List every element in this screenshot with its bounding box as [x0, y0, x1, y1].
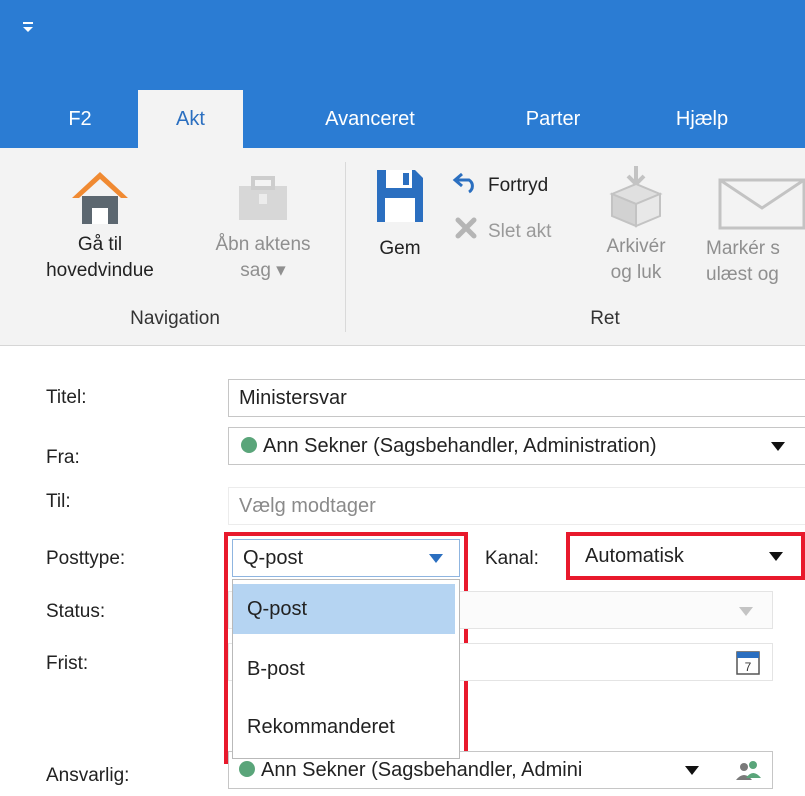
chevron-down-icon	[771, 442, 785, 451]
delete-label: Slet akt	[488, 221, 552, 242]
from-select[interactable]: Ann Sekner (Sagsbehandler, Administratio…	[228, 427, 805, 465]
chevron-down-icon	[739, 607, 753, 616]
calendar-icon[interactable]: 7	[735, 648, 761, 676]
undo-icon	[452, 172, 474, 194]
ribbon: Gå til hovedvindue Åbn aktens sag ▾ Navi…	[0, 148, 805, 346]
ribbon-tab-bar: F2 Akt Avanceret Parter Hjælp	[0, 90, 805, 148]
archive-close-button[interactable]: Arkivér og luk	[590, 162, 682, 302]
archive-label-1: Arkivér	[606, 236, 666, 257]
svg-text:7: 7	[745, 660, 752, 674]
document-form: Titel: Ministersvar Fra: Ann Sekner (Sag…	[0, 347, 805, 796]
title-bar	[0, 0, 805, 90]
goto-main-label-1: Gå til	[77, 234, 123, 255]
archive-box-icon	[609, 166, 663, 228]
tab-akt[interactable]: Akt	[138, 90, 243, 148]
posttype-option-b-post[interactable]: B-post	[233, 644, 455, 694]
deadline-label: Frist:	[46, 653, 89, 674]
save-icon	[377, 170, 423, 222]
posttype-option-rekommanderet[interactable]: Rekommanderet	[233, 702, 455, 752]
channel-label: Kanal:	[485, 548, 539, 569]
edit-group-label: Ret	[590, 308, 620, 329]
mark-label-1: Markér s	[706, 238, 780, 259]
title-input[interactable]: Ministersvar	[228, 379, 805, 417]
archive-label-2: og luk	[610, 262, 662, 283]
tab-parter[interactable]: Parter	[498, 90, 608, 148]
posttype-option-q-post[interactable]: Q-post	[233, 584, 455, 634]
from-label: Fra:	[46, 447, 80, 468]
to-input[interactable]: Vælg modtager	[228, 487, 805, 525]
delete-document-button[interactable]: Slet akt	[452, 216, 582, 245]
save-label: Gem	[379, 238, 421, 259]
tab-avanceret[interactable]: Avanceret	[300, 90, 440, 148]
status-label: Status:	[46, 601, 106, 622]
quick-access-toolbar-icon[interactable]	[14, 12, 44, 42]
open-case-label-2: sag ▾	[240, 260, 286, 281]
status-dot-icon	[239, 761, 255, 777]
open-case-label-1: Åbn aktens	[215, 234, 311, 255]
chevron-down-icon	[685, 766, 699, 775]
mark-unread-button[interactable]: Markér s ulæst og	[700, 162, 805, 302]
posttype-dropdown-list: Q-post B-post Rekommanderet	[232, 579, 460, 759]
home-icon	[72, 172, 128, 224]
tab-hjaelp[interactable]: Hjælp	[652, 90, 752, 148]
from-value: Ann Sekner (Sagsbehandler, Administratio…	[263, 435, 657, 457]
mark-label-2: ulæst og	[706, 264, 779, 285]
users-icon[interactable]	[733, 760, 763, 782]
to-label: Til:	[46, 491, 71, 512]
open-case-button[interactable]: Åbn aktens sag ▾	[178, 166, 348, 306]
envelope-icon	[718, 178, 805, 230]
tab-f2[interactable]: F2	[40, 90, 120, 148]
goto-main-window-button[interactable]: Gå til hovedvindue	[20, 166, 180, 306]
posttype-label: Posttype:	[46, 548, 126, 569]
status-dot-icon	[241, 437, 257, 453]
channel-highlight-box	[566, 532, 805, 580]
title-label: Titel:	[46, 387, 87, 408]
briefcase-icon	[239, 176, 287, 220]
undo-button[interactable]: Fortryd	[452, 170, 582, 199]
navigation-group-label: Navigation	[130, 308, 220, 329]
responsible-value: Ann Sekner (Sagsbehandler, Admini	[261, 759, 583, 781]
save-button[interactable]: Gem	[355, 166, 445, 286]
responsible-label: Ansvarlig:	[46, 765, 130, 786]
ribbon-separator	[345, 162, 346, 332]
delete-icon	[455, 217, 477, 239]
goto-main-label-2: hovedvindue	[46, 260, 154, 281]
undo-label: Fortryd	[488, 175, 549, 196]
